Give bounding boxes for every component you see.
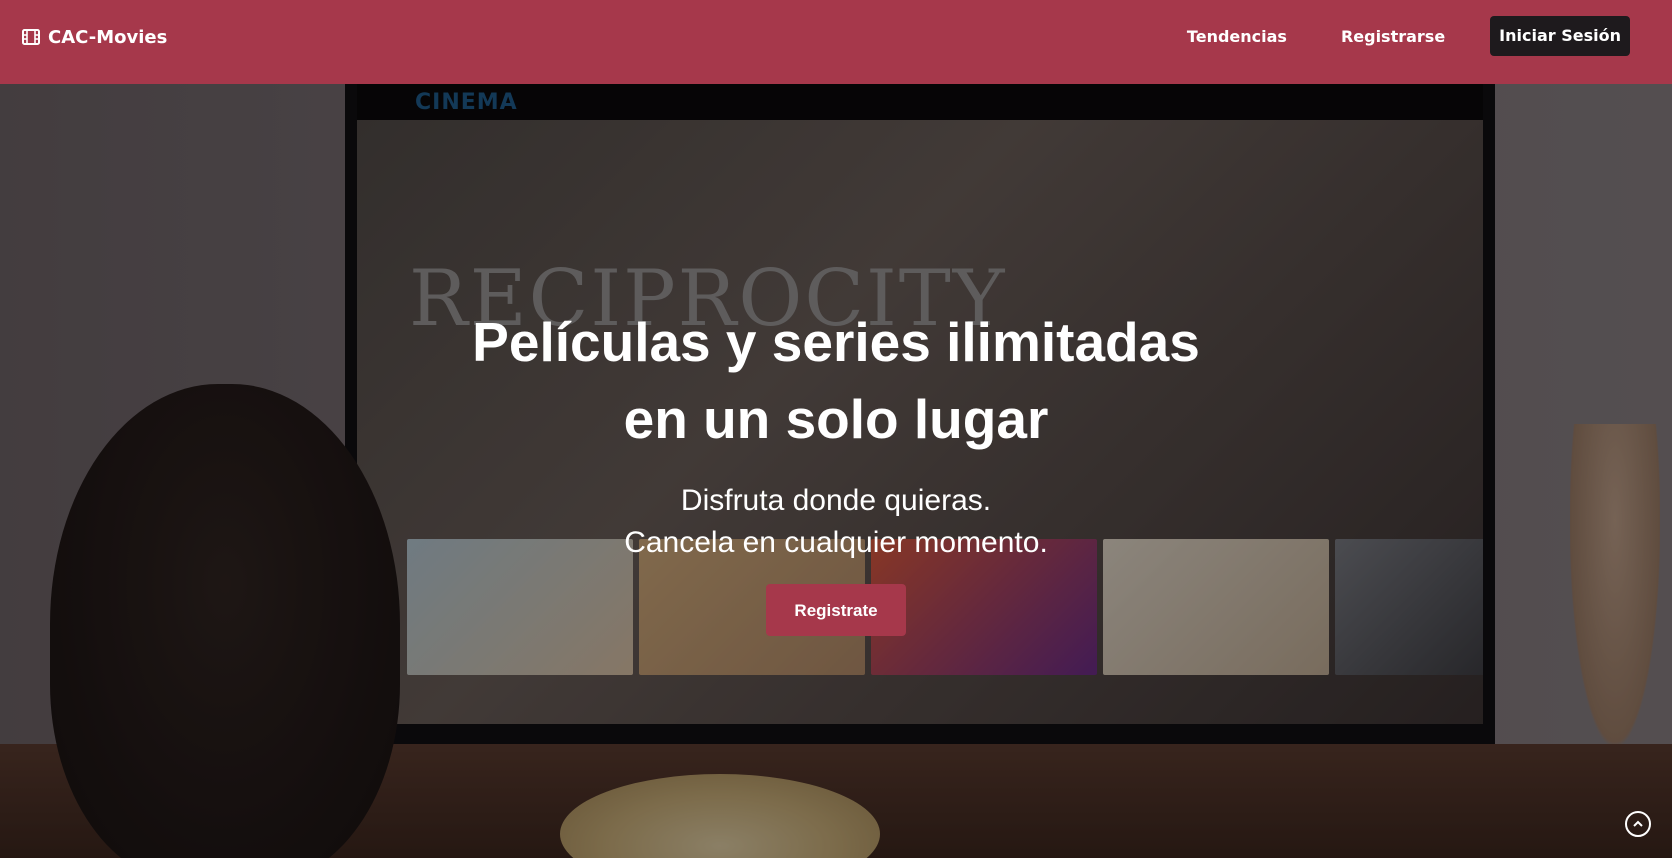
brand-name: CAC-Movies (48, 26, 168, 48)
scroll-to-top-button[interactable] (1625, 811, 1651, 837)
hero-section: CINEMA RECIPROCITY Películas y series il… (0, 84, 1672, 858)
hero-content: Películas y series ilimitadas en un solo… (0, 304, 1672, 636)
hero-title: Películas y series ilimitadas en un solo… (0, 304, 1672, 458)
register-cta-button[interactable]: Registrate (766, 584, 906, 636)
hero-subtitle-line1: Disfruta donde quieras. (680, 484, 992, 517)
hero-title-line2: en un solo lugar (623, 388, 1049, 450)
film-icon (22, 29, 40, 45)
nav-link-trending[interactable]: Tendencias (1187, 27, 1287, 46)
hero-subtitle: Disfruta donde quieras. Cancela en cualq… (0, 480, 1672, 564)
nav-link-register[interactable]: Registrarse (1341, 27, 1445, 46)
hero-subtitle-line2: Cancela en cualquier momento. (624, 526, 1048, 559)
main-nav: Tendencias Registrarse Iniciar Sesión (1187, 16, 1630, 56)
chevron-up-icon (1633, 820, 1643, 827)
hero-title-line1: Películas y series ilimitadas (472, 311, 1200, 373)
brand-link[interactable]: CAC-Movies (22, 24, 167, 50)
top-navbar: CAC-Movies Tendencias Registrarse Inicia… (0, 0, 1672, 84)
login-button[interactable]: Iniciar Sesión (1490, 16, 1630, 56)
